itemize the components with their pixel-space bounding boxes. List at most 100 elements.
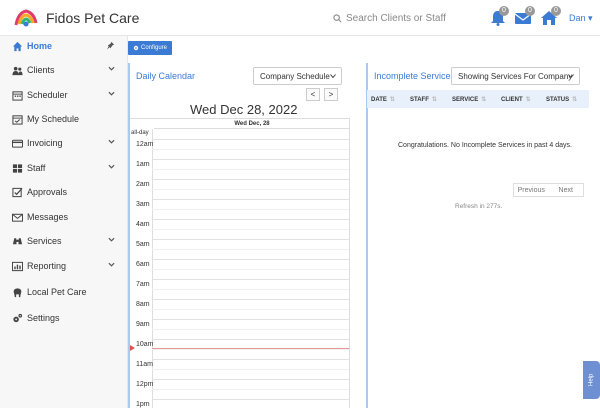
hour-gridline	[152, 179, 350, 180]
half-hour-gridline	[152, 249, 350, 250]
column-date[interactable]: DATE ⇅	[371, 96, 395, 104]
grid-icon	[12, 163, 23, 173]
incomplete-services-panel	[366, 63, 590, 408]
help-tab[interactable]: Help	[583, 361, 600, 399]
messages-badge: 0	[525, 6, 535, 16]
sidebar-item-services[interactable]: Services	[0, 230, 128, 252]
help-label: Help	[588, 373, 595, 387]
sort-icon: ⇅	[431, 97, 437, 103]
hour-gridline	[152, 139, 350, 140]
sidebar-item-local-pet-care[interactable]: Local Pet Care	[0, 281, 128, 303]
hour-label: 5am	[136, 241, 150, 248]
column-label: STATUS	[546, 96, 570, 103]
next-day-button[interactable]: >	[324, 88, 338, 101]
search-input[interactable]: Search Clients or Staff	[333, 8, 463, 28]
sidebar-item-home[interactable]: Home	[0, 35, 128, 57]
pin-icon[interactable]	[106, 41, 115, 50]
hour-label: 12am	[136, 141, 154, 148]
brand-name[interactable]: Fidos Pet Care	[46, 10, 139, 26]
top-bar: Fidos Pet Care Search Clients or Staff 0…	[0, 0, 600, 36]
chevron-down-icon[interactable]	[108, 139, 115, 144]
sidebar-item-label: Services	[27, 236, 62, 246]
sidebar-item-settings[interactable]: Settings	[0, 307, 128, 329]
refresh-countdown: Refresh in 277s.	[455, 203, 503, 210]
sidebar-item-scheduler[interactable]: Scheduler	[0, 84, 128, 106]
sidebar-item-label: Scheduler	[27, 90, 68, 100]
services-filter-select[interactable]: Showing Services For Company	[451, 67, 580, 85]
day-column-header: Wed Dec, 28	[154, 119, 350, 129]
half-hour-gridline	[152, 329, 350, 330]
calendar-date-heading: Wed Dec 28, 2022	[190, 102, 298, 117]
calendar-grid[interactable]: Wed Dec, 28 all-day 12am 1am 2am 3am 4am 5am 6…	[130, 118, 350, 408]
hour-label: 3am	[136, 201, 150, 208]
empty-services-message: Congratulations. No Incomplete Services …	[398, 142, 572, 149]
services-pager: Previous Next	[513, 183, 584, 197]
calendar-icon	[12, 90, 23, 101]
column-client[interactable]: CLIENT ⇅	[501, 96, 531, 104]
half-hour-gridline	[152, 269, 350, 270]
notifications-badge: 0	[499, 6, 509, 16]
half-hour-gridline	[152, 149, 350, 150]
now-marker	[130, 345, 135, 351]
hour-gridline	[152, 359, 350, 360]
sidebar-item-reporting[interactable]: Reporting	[0, 255, 128, 277]
column-status[interactable]: STATUS ⇅	[546, 96, 578, 104]
previous-page-button[interactable]: Previous	[514, 184, 549, 196]
checkbox-icon	[12, 187, 23, 197]
hour-label: 2am	[136, 181, 150, 188]
chevron-down-icon[interactable]	[108, 164, 115, 169]
half-hour-gridline	[152, 169, 350, 170]
next-page-button[interactable]: Next	[549, 184, 584, 196]
hour-gridline	[152, 299, 350, 300]
credit-card-icon	[12, 139, 23, 148]
chevron-down-icon[interactable]	[108, 262, 115, 267]
user-menu[interactable]: Dan ▾	[569, 13, 593, 24]
half-hour-gridline	[152, 209, 350, 210]
sort-icon: ⇅	[481, 97, 487, 103]
paw-icon	[13, 287, 22, 297]
sidebar-item-label: Messages	[27, 212, 69, 222]
fidos-logo[interactable]	[14, 7, 38, 29]
search-placeholder: Search Clients or Staff	[346, 12, 446, 24]
configure-button[interactable]: Configure	[128, 41, 172, 55]
sidebar-item-label: Local Pet Care	[27, 287, 87, 297]
hour-gridline	[152, 239, 350, 240]
hour-label: 6am	[136, 261, 150, 268]
sidebar-item-invoicing[interactable]: Invoicing	[0, 132, 128, 154]
chevron-down-icon[interactable]	[108, 237, 115, 242]
half-hour-gridline	[152, 369, 350, 370]
home-badge: 0	[551, 6, 561, 16]
sidebar-item-label: Staff	[27, 163, 46, 173]
envelope-icon	[12, 213, 23, 222]
sidebar-item-staff[interactable]: Staff	[0, 157, 128, 179]
sort-icon: ⇅	[572, 97, 578, 103]
half-hour-gridline	[152, 289, 350, 290]
chevron-down-icon	[568, 74, 574, 78]
chevron-down-icon[interactable]	[108, 66, 115, 71]
hour-gridline	[152, 199, 350, 200]
hour-gridline	[152, 159, 350, 160]
chevron-down-icon[interactable]	[108, 91, 115, 96]
column-staff[interactable]: STAFF ⇅	[410, 96, 437, 104]
calendar-check-icon	[12, 114, 23, 125]
sidebar-item-my-schedule[interactable]: My Schedule	[0, 108, 128, 130]
half-hour-gridline	[152, 389, 350, 390]
sidebar-item-label: My Schedule	[27, 114, 80, 124]
sidebar-item-messages[interactable]: Messages	[0, 206, 128, 228]
half-hour-gridline	[152, 189, 350, 190]
sidebar-item-approvals[interactable]: Approvals	[0, 181, 128, 203]
schedule-select-value: Company Schedule	[260, 71, 330, 81]
sidebar-item-clients[interactable]: Clients	[0, 59, 128, 81]
hour-label: 11am	[136, 361, 153, 368]
calendar-right-border	[349, 118, 350, 408]
sidebar-item-label: Clients	[27, 65, 55, 75]
hour-label: 12pm	[136, 381, 154, 388]
sidebar-item-label: Invoicing	[27, 138, 63, 148]
sidebar-item-label: Approvals	[27, 187, 68, 197]
column-service[interactable]: SERVICE ⇅	[452, 96, 487, 104]
hour-gridline	[152, 279, 350, 280]
schedule-select[interactable]: Company Schedule	[253, 67, 342, 85]
prev-day-button[interactable]: <	[306, 88, 320, 101]
cogs-icon	[13, 313, 23, 322]
binoculars-icon	[12, 237, 23, 244]
